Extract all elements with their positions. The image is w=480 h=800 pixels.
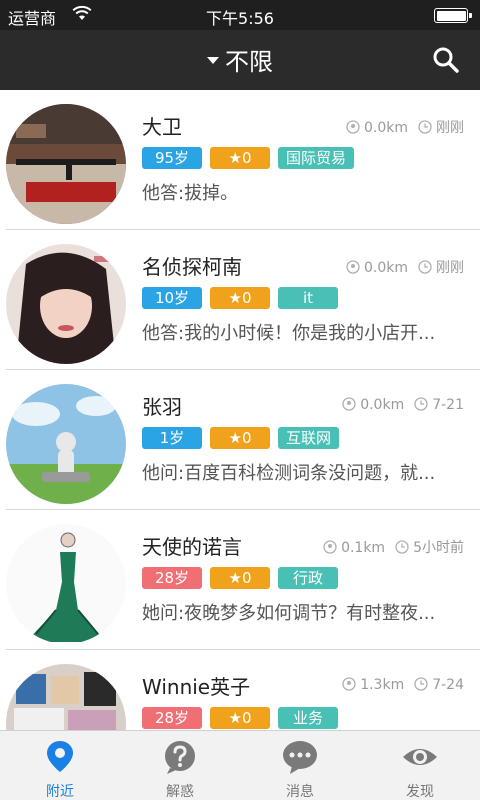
- list-item[interactable]: 张羽 0.0km 7-21 1岁 ★0 互联网 他问:百度百科检测词条没问题，就...: [0, 370, 480, 510]
- tab-label: 附近: [46, 784, 74, 800]
- avatar-photo: [6, 104, 126, 224]
- avatar[interactable]: [6, 524, 126, 644]
- nearby-user-list: 大卫 0.0km 刚刚 95岁 ★0 国际贸易 他答:拔掉。 名侦探柯南 0.0km 刚…: [0, 90, 480, 730]
- location-icon: [323, 540, 337, 554]
- bottom-tab-bar: 附近 解惑 消息 发现: [0, 730, 480, 800]
- user-meta: 0.0km 刚刚: [346, 117, 464, 137]
- age-badge: 28岁: [142, 707, 202, 729]
- occupation-badge: 行政: [278, 567, 338, 589]
- user-qa-snippet: 他问:百度百科检测词条没问题，就...: [142, 463, 436, 484]
- avatar-photo: [6, 524, 126, 644]
- user-last-active: 5小时前: [413, 540, 464, 556]
- user-qa-snippet: 他答:我的小时候！你是我的小店开...: [142, 323, 436, 344]
- avatar[interactable]: [6, 104, 126, 224]
- list-item[interactable]: Winnie英子 1.3km 7-24 28岁 ★0 业务: [0, 650, 480, 730]
- location-icon: [342, 677, 356, 691]
- star-badge: ★0: [210, 707, 270, 729]
- clock-icon: [418, 120, 432, 134]
- tab-label: 发现: [406, 784, 434, 800]
- tab-questions[interactable]: 解惑: [120, 731, 240, 800]
- age-badge: 28岁: [142, 567, 202, 589]
- age-badge: 1岁: [142, 427, 202, 449]
- user-tags: 10岁 ★0 it: [142, 287, 346, 309]
- avatar[interactable]: [6, 664, 126, 730]
- tab-label: 解惑: [166, 784, 194, 800]
- user-distance: 0.0km: [360, 397, 405, 413]
- caret-down-icon: [207, 56, 219, 64]
- occupation-badge: 互联网: [278, 427, 340, 449]
- location-pin-icon: [47, 741, 73, 772]
- occupation-badge: 国际贸易: [278, 147, 355, 169]
- star-badge: ★0: [210, 567, 270, 589]
- tab-label: 消息: [286, 784, 314, 800]
- user-qa-snippet: 他答:拔掉。: [142, 183, 239, 204]
- tab-messages[interactable]: 消息: [240, 731, 360, 800]
- user-distance: 0.0km: [363, 260, 408, 276]
- user-last-active: 7-21: [432, 397, 464, 413]
- user-last-active: 刚刚: [436, 260, 464, 276]
- user-meta: 0.0km 刚刚: [346, 257, 464, 277]
- user-distance: 1.3km: [360, 677, 405, 693]
- user-name: 张羽: [142, 395, 182, 419]
- chat-bubble-icon: [283, 741, 317, 774]
- location-icon: [346, 120, 360, 134]
- star-badge: ★0: [210, 427, 270, 449]
- tab-discover[interactable]: 发现: [360, 731, 480, 800]
- clock-icon: [418, 260, 432, 274]
- user-last-active: 7-24: [432, 677, 464, 693]
- filter-dropdown[interactable]: 不限: [0, 42, 480, 77]
- clock-icon: [414, 677, 428, 691]
- status-bar: 运营商 下午5:56: [0, 0, 480, 30]
- user-last-active: 刚刚: [436, 120, 464, 136]
- user-name: 天使的诺言: [142, 535, 242, 559]
- filter-label: 不限: [225, 48, 273, 76]
- occupation-badge: 业务: [278, 707, 338, 729]
- avatar[interactable]: [6, 244, 126, 364]
- user-tags: 28岁 ★0 业务: [142, 707, 346, 729]
- clock: 下午5:56: [206, 9, 274, 28]
- user-tags: 1岁 ★0 互联网: [142, 427, 347, 449]
- clock-icon: [395, 540, 409, 554]
- question-bubble-icon: [165, 741, 195, 774]
- avatar[interactable]: [6, 384, 126, 504]
- user-distance: 0.0km: [363, 120, 408, 136]
- avatar-photo: [6, 664, 126, 730]
- user-name: 名侦探柯南: [142, 255, 242, 279]
- age-badge: 95岁: [142, 147, 202, 169]
- battery-icon: [434, 8, 472, 23]
- occupation-badge: it: [278, 287, 338, 309]
- avatar-photo: [6, 244, 126, 364]
- user-meta: 0.0km 7-21: [342, 397, 464, 413]
- nav-header: 不限: [0, 30, 480, 90]
- list-item[interactable]: 大卫 0.0km 刚刚 95岁 ★0 国际贸易 他答:拔掉。: [0, 90, 480, 230]
- user-meta: 0.1km 5小时前: [323, 537, 464, 557]
- user-qa-snippet: 她问:夜晚梦多如何调节？有时整夜...: [142, 603, 436, 624]
- list-item[interactable]: 名侦探柯南 0.0km 刚刚 10岁 ★0 it 他答:我的小时候！你是我的小店开..…: [0, 230, 480, 370]
- user-name: Winnie英子: [142, 675, 251, 699]
- tab-nearby[interactable]: 附近: [0, 731, 120, 800]
- user-meta: 1.3km 7-24: [342, 677, 464, 693]
- star-badge: ★0: [210, 147, 270, 169]
- user-name: 大卫: [142, 115, 182, 139]
- search-icon[interactable]: [432, 46, 460, 74]
- eye-icon: [403, 749, 437, 765]
- list-item[interactable]: 天使的诺言 0.1km 5小时前 28岁 ★0 行政 她问:夜晚梦多如何调节？有时整夜…: [0, 510, 480, 650]
- star-badge: ★0: [210, 287, 270, 309]
- clock-icon: [414, 397, 428, 411]
- location-icon: [342, 397, 356, 411]
- user-tags: 95岁 ★0 国际贸易: [142, 147, 362, 169]
- avatar-photo: [6, 384, 126, 504]
- user-tags: 28岁 ★0 行政: [142, 567, 346, 589]
- age-badge: 10岁: [142, 287, 202, 309]
- location-icon: [346, 260, 360, 274]
- user-distance: 0.1km: [341, 540, 386, 556]
